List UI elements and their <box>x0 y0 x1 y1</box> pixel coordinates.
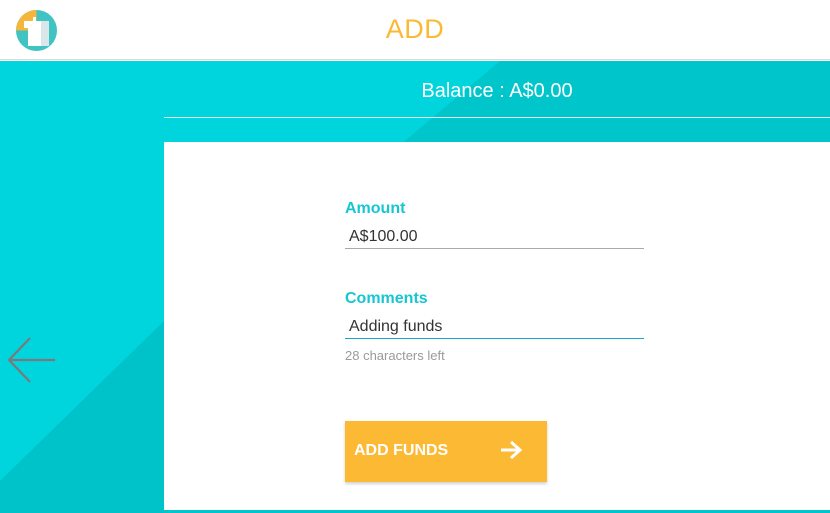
page-title: ADD <box>385 14 445 44</box>
amount-label: Amount <box>345 200 406 217</box>
app-header: ADD <box>0 0 830 60</box>
add-funds-button-label: ADD FUNDS <box>354 442 449 459</box>
arrow-left-icon[interactable] <box>6 336 56 384</box>
arrow-right-icon <box>501 440 523 460</box>
balance-display: Balance : A$0.00 <box>421 80 573 102</box>
comments-input[interactable] <box>345 315 644 339</box>
comments-label: Comments <box>345 290 428 307</box>
balance-divider <box>164 117 830 118</box>
add-funds-button[interactable]: ADD FUNDS <box>345 421 547 482</box>
characters-left-hint: 28 characters left <box>345 348 445 363</box>
amount-input[interactable] <box>345 225 644 249</box>
add-funds-card: Amount Comments 28 characters left ADD F… <box>164 142 830 510</box>
